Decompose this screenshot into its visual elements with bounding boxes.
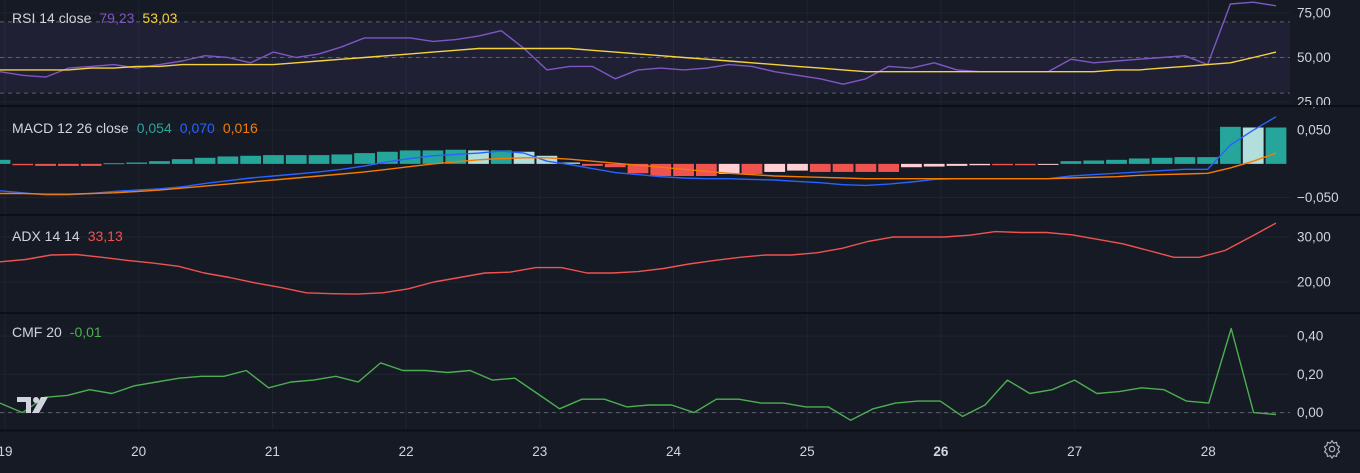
macd-histogram-bar	[1128, 158, 1150, 164]
macd-histogram-bar	[901, 163, 922, 168]
macd-histogram-bar	[103, 163, 125, 165]
cmf-legend-value: -0,01	[69, 324, 102, 340]
macd-histogram-bar	[1265, 127, 1287, 164]
y-tick-label: 25,00	[1297, 95, 1331, 110]
macd-histogram-bar	[855, 163, 877, 172]
macd-histogram-bar	[992, 163, 1013, 166]
macd-histogram-bar	[57, 163, 79, 166]
x-tick-label: 25	[800, 444, 815, 459]
y-tick-label: 50,00	[1297, 50, 1331, 65]
y-tick-label: −0,050	[1297, 190, 1339, 205]
macd-histogram-bar	[582, 163, 603, 166]
macd-histogram-bar	[171, 159, 193, 164]
macd-histogram-bar	[285, 155, 307, 164]
macd-legend-name: MACD 12 26 close	[12, 120, 129, 136]
macd-histogram-bar	[1083, 160, 1105, 164]
cmf-legend-name: CMF 20	[12, 324, 62, 340]
cmf-legend: CMF 20 -0,01	[12, 324, 102, 340]
x-tick-label: 26	[933, 444, 949, 459]
x-tick-label: 21	[265, 444, 280, 459]
chart-canvas[interactable]: 75,00 50,00 25,00 0,050 −0,050 30,00 20,00 0,40…	[0, 0, 1360, 473]
macd-histogram-bar	[194, 157, 216, 164]
y-tick-label: 0,40	[1297, 329, 1323, 344]
macd-histogram-bar	[1014, 163, 1036, 166]
macd-histogram-bar	[240, 155, 262, 164]
adx-legend-value: 33,13	[87, 228, 123, 244]
macd-histogram-bar	[263, 155, 284, 164]
macd-histogram-bar	[809, 163, 831, 172]
x-tick-label: 27	[1067, 444, 1082, 459]
x-tick-label: 28	[1201, 444, 1216, 459]
macd-histogram-bar	[923, 163, 945, 167]
pane-separator	[0, 214, 1360, 216]
macd-histogram-bar	[878, 163, 900, 172]
adx-legend-name: ADX 14 14	[12, 228, 80, 244]
rsi-legend: RSI 14 close 79,23 53,03	[12, 10, 177, 26]
macd-histogram-bar	[12, 163, 34, 166]
x-tick-label: 19	[0, 444, 13, 459]
y-tick-label: 30,00	[1297, 230, 1331, 245]
logo-part-2	[33, 397, 39, 403]
macd-histogram-bar	[1060, 161, 1082, 164]
macd-histogram-bar	[946, 163, 968, 166]
macd-histogram-bar	[217, 156, 239, 164]
macd-legend: MACD 12 26 close 0,054 0,070 0,016	[12, 120, 258, 136]
macd-histogram-bar	[650, 163, 672, 176]
x-tick-label: 20	[131, 444, 146, 459]
rsi-legend-value-ma: 53,03	[142, 10, 178, 26]
macd-histogram-bar	[695, 163, 717, 176]
macd-histogram-bar	[1174, 157, 1196, 164]
macd-histogram-bar	[354, 153, 375, 164]
macd-legend-value-hist: 0,054	[136, 120, 172, 136]
macd-legend-value-signal: 0,016	[222, 120, 258, 136]
gear-icon[interactable]	[1322, 439, 1342, 459]
adx-legend: ADX 14 14 33,13	[12, 228, 123, 244]
pane-separator	[0, 105, 1360, 107]
macd-histogram-bar	[764, 163, 786, 172]
macd-histogram-bar	[1151, 157, 1173, 164]
y-tick-label: 0,20	[1297, 367, 1323, 382]
macd-histogram-bar	[308, 155, 330, 164]
rsi-legend-name: RSI 14 close	[12, 10, 92, 26]
y-tick-label: 75,00	[1297, 5, 1331, 20]
macd-legend-value-macd: 0,070	[179, 120, 215, 136]
macd-histogram-bar	[126, 162, 148, 164]
macd-histogram-bar	[1037, 163, 1059, 165]
macd-histogram-bar	[331, 154, 353, 164]
macd-histogram-bar	[0, 159, 11, 164]
x-tick-label: 24	[666, 444, 682, 459]
x-tick-label: 22	[399, 444, 414, 459]
y-tick-label: 20,00	[1297, 275, 1331, 290]
y-tick-label: 0,00	[1297, 405, 1323, 420]
macd-histogram-bar	[80, 163, 102, 166]
macd-histogram-bar	[969, 163, 991, 166]
macd-histogram-bar	[149, 161, 170, 164]
macd-histogram-bar	[741, 163, 763, 174]
pane-separator	[0, 312, 1360, 314]
x-tick-label: 23	[532, 444, 547, 459]
y-tick-label: 0,050	[1297, 123, 1331, 138]
rsi-legend-value-rsi: 79,23	[99, 10, 135, 26]
macd-histogram-bar	[35, 163, 56, 166]
macd-histogram-bar	[787, 163, 808, 171]
macd-histogram-bar	[832, 163, 854, 172]
macd-histogram-bar	[1106, 159, 1127, 164]
